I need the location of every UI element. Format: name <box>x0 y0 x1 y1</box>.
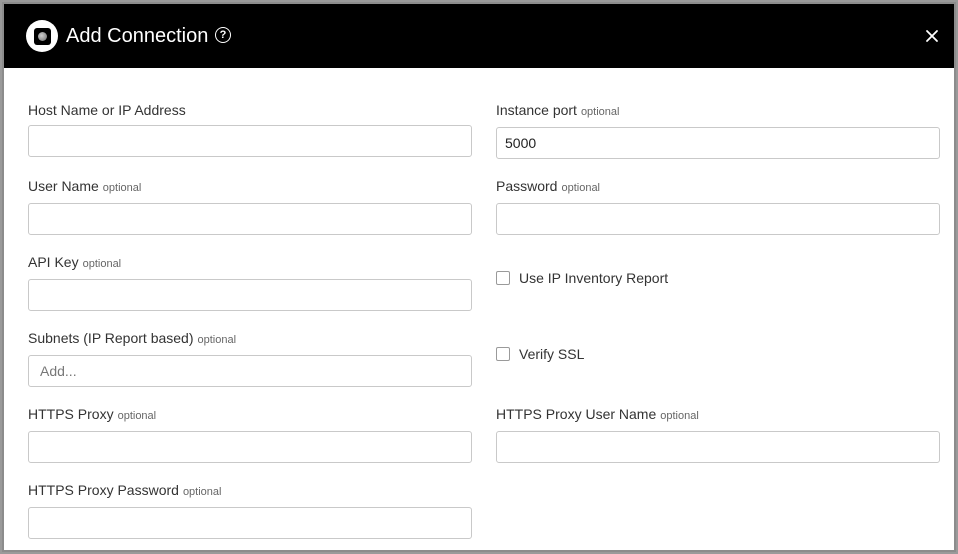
username-label: User Name optional <box>28 178 142 194</box>
optional-tag: optional <box>561 182 601 194</box>
port-input[interactable] <box>496 127 940 159</box>
add-connection-dialog: Add Connection ? Host Name or IP Address… <box>2 2 956 552</box>
subnets-label: Subnets (IP Report based) optional <box>28 330 237 346</box>
proxy-field: HTTPS Proxy optional <box>28 406 472 463</box>
verify-ssl-checkbox[interactable] <box>496 347 510 361</box>
verify-ssl-checkbox-row[interactable]: Verify SSL <box>496 346 584 362</box>
close-icon[interactable] <box>924 28 940 44</box>
host-field: Host Name or IP Address <box>28 102 472 157</box>
dialog-header: Add Connection ? <box>4 4 954 68</box>
proxy-user-input[interactable] <box>496 431 940 463</box>
username-field: User Name optional <box>28 178 472 235</box>
host-input[interactable] <box>28 125 472 157</box>
api-key-input[interactable] <box>28 279 472 311</box>
subnets-tag-input[interactable] <box>28 355 472 387</box>
ip-inventory-checkbox[interactable] <box>496 271 510 285</box>
proxy-user-label: HTTPS Proxy User Name optional <box>496 406 699 422</box>
proxy-password-label: HTTPS Proxy Password optional <box>28 482 222 498</box>
api-key-field: API Key optional <box>28 254 472 311</box>
app-logo-icon <box>26 20 58 52</box>
optional-tag: optional <box>660 410 699 422</box>
port-field: Instance port optional <box>496 102 940 159</box>
optional-tag: optional <box>102 182 142 194</box>
optional-tag: optional <box>580 106 620 118</box>
optional-tag: optional <box>82 258 122 270</box>
proxy-input[interactable] <box>28 431 472 463</box>
password-input[interactable] <box>496 203 940 235</box>
port-label: Instance port optional <box>496 102 620 118</box>
proxy-password-input[interactable] <box>28 507 472 539</box>
optional-tag: optional <box>197 334 237 346</box>
proxy-user-field: HTTPS Proxy User Name optional <box>496 406 940 463</box>
ip-inventory-label[interactable]: Use IP Inventory Report <box>519 270 668 286</box>
password-field: Password optional <box>496 178 940 235</box>
optional-tag: optional <box>182 486 222 498</box>
proxy-password-field: HTTPS Proxy Password optional <box>28 482 472 539</box>
verify-ssl-label[interactable]: Verify SSL <box>519 346 584 362</box>
username-input[interactable] <box>28 203 472 235</box>
dialog-title: Add Connection <box>66 25 209 47</box>
help-icon[interactable]: ? <box>215 27 231 43</box>
optional-tag: optional <box>117 410 157 422</box>
proxy-label: HTTPS Proxy optional <box>28 406 157 422</box>
subnets-field: Subnets (IP Report based) optional <box>28 330 472 387</box>
api-key-label: API Key optional <box>28 254 122 270</box>
ip-inventory-checkbox-row[interactable]: Use IP Inventory Report <box>496 270 668 286</box>
host-label: Host Name or IP Address <box>28 102 186 118</box>
password-label: Password optional <box>496 178 601 194</box>
